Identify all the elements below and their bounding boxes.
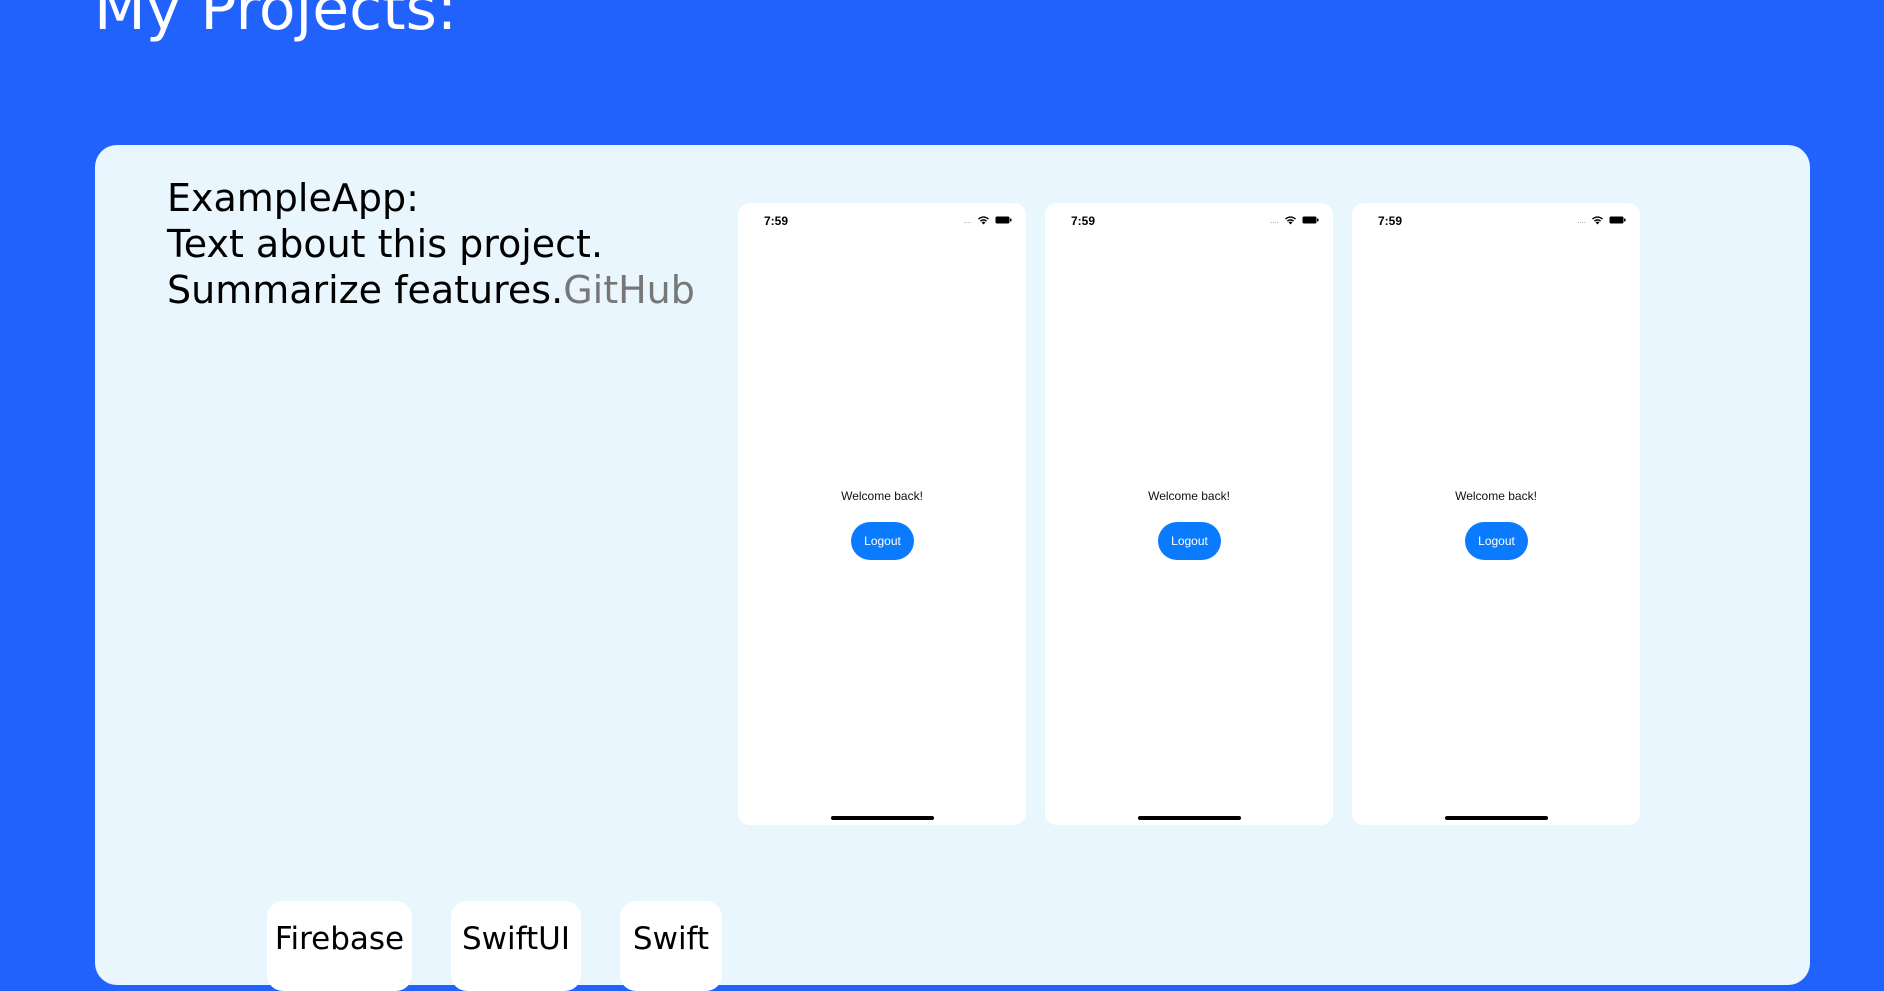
welcome-text: Welcome back! — [1148, 489, 1230, 503]
wifi-icon — [1591, 215, 1604, 225]
welcome-text: Welcome back! — [1455, 489, 1537, 503]
logout-button: Logout — [851, 522, 914, 560]
tech-tag-swift: Swift — [620, 901, 722, 991]
project-card: ExampleApp: Text about this project. Sum… — [95, 145, 1810, 991]
status-icons: .... — [963, 215, 1012, 225]
logout-button: Logout — [1158, 522, 1221, 560]
home-indicator — [1138, 816, 1241, 820]
app-screenshot: 7:59 .... Welcome back! Logout — [1045, 203, 1333, 825]
tech-tag-swiftui: SwiftUI — [451, 901, 581, 991]
project-summary: Text about this project. — [167, 222, 604, 266]
cellular-signal-icon: .... — [1270, 216, 1279, 225]
logout-button: Logout — [1465, 522, 1528, 560]
cellular-signal-icon: .... — [1577, 216, 1586, 225]
welcome-text: Welcome back! — [841, 489, 923, 503]
status-time: 7:59 — [1378, 214, 1403, 228]
app-screenshot: 7:59 .... Welcome back! Logout — [1352, 203, 1640, 825]
cellular-signal-icon: .... — [963, 216, 972, 225]
status-time: 7:59 — [764, 214, 789, 228]
app-screenshot: 7:59 .... Welcome back! Logout — [738, 203, 1026, 825]
home-indicator — [831, 816, 934, 820]
status-icons: .... — [1577, 215, 1626, 225]
battery-icon — [1609, 216, 1626, 224]
github-link[interactable]: GitHub — [563, 268, 695, 312]
wifi-icon — [1284, 215, 1297, 225]
home-indicator — [1445, 816, 1548, 820]
project-description: ExampleApp: Text about this project. Sum… — [167, 175, 695, 313]
status-time: 7:59 — [1071, 214, 1096, 228]
battery-icon — [1302, 216, 1319, 224]
tech-tag-firebase: Firebase — [267, 901, 412, 991]
project-features: Summarize features. — [167, 268, 564, 312]
status-icons: .... — [1270, 215, 1319, 225]
battery-icon — [995, 216, 1012, 224]
wifi-icon — [977, 215, 990, 225]
project-features-line: Summarize features.GitHub — [167, 267, 695, 313]
project-title: ExampleApp: — [167, 176, 419, 220]
page-heading: My Projects: — [94, 0, 458, 44]
